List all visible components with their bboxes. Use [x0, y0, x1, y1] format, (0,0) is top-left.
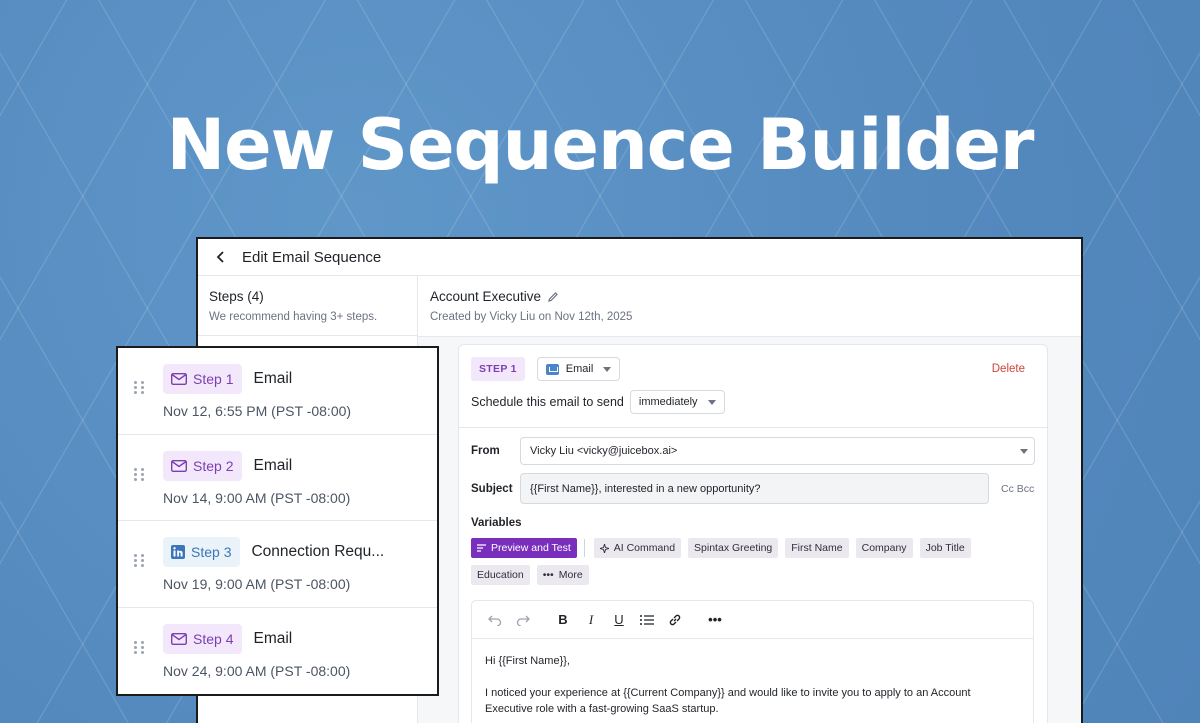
ellipsis-icon: •••: [542, 569, 554, 581]
bold-icon[interactable]: B: [554, 611, 572, 629]
step-type: Connection Requ...: [251, 543, 385, 560]
window-header: Edit Email Sequence: [198, 239, 1081, 276]
step-type: Email: [253, 370, 293, 387]
ai-command-chip[interactable]: AI Command: [593, 538, 682, 558]
variables-label: Variables: [471, 517, 522, 529]
variables-chips: Preview and Test AI Command Spintax Gree…: [471, 538, 1011, 592]
step-badge: Step 2: [163, 450, 243, 481]
drag-handle-icon[interactable]: [134, 467, 145, 481]
email-greeting: Hi {{First Name}},: [485, 655, 570, 667]
drag-handle-icon[interactable]: [134, 554, 145, 567]
step-badge: Step 3: [163, 537, 241, 567]
email-body-editor[interactable]: B I U ••• Hi {{First Name}}, I noticed y…: [471, 600, 1034, 723]
first-name-chip[interactable]: First Name: [785, 538, 849, 558]
channel-select[interactable]: Email: [536, 357, 621, 381]
preview-and-test-button[interactable]: Preview and Test: [471, 538, 577, 558]
schedule-select[interactable]: immediately: [629, 390, 725, 414]
mail-icon: [171, 373, 187, 385]
channel-value: Email: [565, 363, 594, 375]
editor-toolbar: B I U •••: [472, 601, 1033, 639]
subject-input[interactable]: {{First Name}}, interested in a new oppo…: [520, 473, 989, 504]
step-date: Nov 12, 6:55 PM (PST -08:00): [163, 403, 352, 419]
subject-value: {{First Name}}, interested in a new oppo…: [530, 482, 761, 495]
sparkle-icon: [599, 543, 609, 553]
step-date: Nov 19, 9:00 AM (PST -08:00): [163, 576, 351, 592]
drag-handle-icon[interactable]: [134, 640, 145, 654]
step-item[interactable]: Step 2 Email Nov 14, 9:00 AM (PST -08:00…: [118, 435, 437, 521]
from-label: From: [471, 445, 500, 457]
step-date: Nov 14, 9:00 AM (PST -08:00): [163, 489, 351, 506]
company-chip[interactable]: Company: [855, 538, 913, 558]
preview-label: Preview and Test: [491, 542, 571, 554]
job-title-chip[interactable]: Job Title: [919, 538, 971, 558]
undo-icon[interactable]: [486, 611, 504, 629]
subject-label: Subject: [471, 482, 513, 495]
bullet-list-icon[interactable]: [638, 611, 656, 629]
pencil-icon[interactable]: [547, 291, 559, 303]
editor-content[interactable]: Hi {{First Name}}, I noticed your experi…: [472, 639, 1033, 723]
sequence-meta: Created by Vicky Liu on Nov 12th, 2025: [430, 311, 633, 323]
divider: [583, 539, 585, 557]
cc-bcc-link[interactable]: Cc Bcc: [1001, 483, 1035, 495]
underline-icon[interactable]: U: [610, 611, 628, 629]
steps-list-panel: Step 1 Email Nov 12, 6:55 PM (PST -08:00…: [116, 346, 439, 696]
education-chip[interactable]: Education: [471, 565, 530, 585]
from-select[interactable]: Vicky Liu <vicky@juicebox.ai>: [520, 437, 1035, 465]
step-item[interactable]: Step 4 Email Nov 24, 9:00 AM (PST -08:00…: [118, 608, 437, 695]
step-badge-label: Step 4: [193, 630, 234, 647]
steps-hint: We recommend having 3+ steps.: [209, 311, 378, 323]
step-badge-label: Step 1: [193, 371, 234, 387]
step-item[interactable]: Step 3 Connection Requ... Nov 19, 9:00 A…: [118, 521, 437, 608]
step-badge-label: Step 2: [193, 457, 234, 474]
lines-icon: [477, 544, 486, 552]
schedule-value: immediately: [638, 396, 698, 408]
step-date: Nov 24, 9:00 AM (PST -08:00): [163, 662, 351, 679]
step-item[interactable]: Step 1 Email Nov 12, 6:55 PM (PST -08:00…: [118, 348, 437, 435]
email-paragraph: I noticed your experience at {{Current C…: [485, 687, 971, 715]
drag-handle-icon[interactable]: [134, 381, 145, 394]
chevron-down-icon: [603, 366, 612, 372]
link-icon[interactable]: [666, 611, 684, 629]
step-badge: Step 1: [163, 364, 243, 394]
chevron-down-icon: [1020, 448, 1028, 454]
redo-icon[interactable]: [514, 611, 532, 629]
spintax-greeting-chip[interactable]: Spintax Greeting: [688, 538, 779, 558]
step-badge: Step 4: [163, 623, 243, 654]
chevron-down-icon: [707, 399, 716, 405]
ai-command-label: AI Command: [613, 542, 676, 554]
step-type: Email: [253, 629, 293, 647]
back-arrow-icon[interactable]: [212, 248, 230, 266]
delete-button[interactable]: Delete: [992, 363, 1025, 375]
sequence-name: Account Executive: [430, 289, 542, 304]
mail-icon: [171, 632, 187, 645]
italic-icon[interactable]: I: [582, 611, 600, 629]
hero-title: New Sequence Builder: [166, 104, 1035, 186]
steps-title: Steps (4): [209, 289, 264, 304]
more-chip[interactable]: ••• More: [536, 565, 589, 585]
step-type: Email: [253, 456, 293, 474]
linkedin-icon: [171, 545, 185, 559]
header-title: Edit Email Sequence: [242, 248, 382, 266]
mail-icon: [171, 459, 187, 472]
step-editor-area: Account Executive Created by Vicky Liu o…: [418, 276, 1081, 723]
from-value: Vicky Liu <vicky@juicebox.ai>: [530, 445, 678, 457]
more-options-icon[interactable]: •••: [706, 611, 724, 629]
more-label: More: [558, 569, 583, 581]
step-badge-label: Step 3: [191, 544, 232, 560]
step-card: STEP 1 Email Delete Schedule this email …: [458, 344, 1048, 723]
email-channel-icon: [545, 363, 559, 375]
schedule-label: Schedule this email to send: [471, 395, 624, 409]
step-chip: STEP 1: [471, 357, 525, 381]
